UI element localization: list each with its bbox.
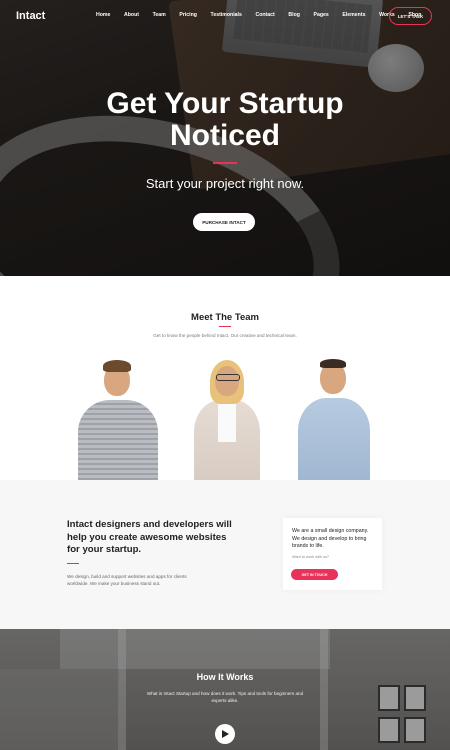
nav-item-blog[interactable]: Blog xyxy=(288,12,300,18)
feature-text: We design, build and support websites an… xyxy=(67,574,187,586)
hero-section: Intact Home About Team Pricing Testimoni… xyxy=(0,0,450,276)
feature-heading: Intact designers and developers will hel… xyxy=(67,519,232,555)
contact-card: We are a small design company. We design… xyxy=(283,518,382,590)
team-member-photo-3 xyxy=(296,358,372,480)
get-in-touch-button[interactable]: GET IN TOUCH xyxy=(291,569,338,580)
team-divider xyxy=(219,326,231,327)
nav-item-pricing[interactable]: Pricing xyxy=(179,12,197,18)
purchase-button[interactable]: PURCHASE INTACT xyxy=(193,213,255,231)
nav-item-contact[interactable]: Contact xyxy=(255,12,274,18)
hero-subtitle: Start your project right now. xyxy=(145,176,305,191)
nav-item-about[interactable]: About xyxy=(124,12,139,18)
hero-title-line2: Noticed xyxy=(169,119,280,152)
nav-item-team[interactable]: Team xyxy=(153,12,166,18)
team-title: Meet The Team xyxy=(191,312,259,323)
play-icon xyxy=(222,730,229,738)
play-video-button[interactable] xyxy=(215,724,235,744)
hero-title-line1: Get Your Startup xyxy=(106,87,344,120)
contact-card-text: We are a small design company. We design… xyxy=(292,528,369,549)
nav-item-home[interactable]: Home xyxy=(96,12,110,18)
nav-item-testimonials[interactable]: Testimonials xyxy=(211,12,242,18)
team-member-photo-2 xyxy=(190,358,264,480)
hero-title: Get Your Startup Noticed xyxy=(0,88,450,152)
how-it-works-subtitle: What is Intact Startup and how does it w… xyxy=(146,691,304,703)
hero-divider xyxy=(213,162,237,164)
how-it-works-title: How It Works xyxy=(196,672,254,682)
top-navigation: Intact Home About Team Pricing Testimoni… xyxy=(0,0,450,32)
team-subtitle: Get to know the people behind Intact. Ou… xyxy=(153,333,297,338)
site-logo[interactable]: Intact xyxy=(16,10,45,22)
lets-talk-button[interactable]: LET'S TALK xyxy=(389,7,432,25)
contact-card-prompt: Want to work with us? xyxy=(292,555,329,559)
nav-item-elements[interactable]: Elements xyxy=(342,12,365,18)
feature-divider xyxy=(67,563,79,564)
team-member-photo-1 xyxy=(72,358,164,480)
nav-item-pages[interactable]: Pages xyxy=(314,12,329,18)
main-menu: Home About Team Pricing Testimonials Con… xyxy=(96,12,435,18)
